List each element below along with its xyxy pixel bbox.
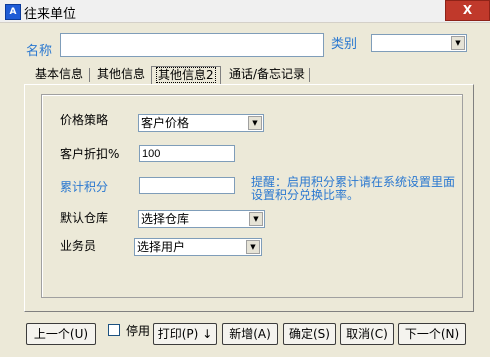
cancel-button[interactable]: 取消(C) (340, 323, 394, 345)
category-label: 类别 (331, 37, 358, 52)
warehouse-select[interactable]: 选择仓库 ▼ (138, 210, 265, 228)
ok-button[interactable]: 确定(S) (283, 323, 336, 345)
prev-button[interactable]: 上一个(U) (26, 323, 96, 345)
points-hint: 提醒：启用积分累计请在系统设置里面设置积分兑换比率。 (251, 175, 456, 202)
tab-divider (309, 68, 310, 82)
chevron-down-icon: ▼ (246, 240, 260, 254)
disable-label: 停用 (126, 324, 151, 338)
tab-call-memo[interactable]: 通话/备忘记录 (225, 66, 309, 84)
chevron-down-icon: ▼ (451, 36, 465, 50)
app-icon: A (5, 4, 21, 20)
price-policy-label: 价格策略 (60, 113, 109, 127)
warehouse-value: 选择仓库 (141, 212, 190, 226)
price-policy-select[interactable]: 客户价格 ▼ (138, 114, 264, 132)
discount-label: 客户折扣% (60, 147, 120, 161)
salesman-label: 业务员 (60, 239, 97, 253)
salesman-select[interactable]: 选择用户 ▼ (134, 238, 262, 256)
salesman-value: 选择用户 (137, 240, 186, 254)
disable-checkbox[interactable] (108, 324, 120, 336)
arrow-down-icon: ↓ (202, 327, 213, 341)
next-button[interactable]: 下一个(N) (398, 323, 466, 345)
window-title: 往来单位 (24, 7, 77, 22)
points-label: 累计积分 (60, 180, 109, 194)
chevron-down-icon: ▼ (248, 116, 262, 130)
warehouse-label: 默认仓库 (60, 211, 109, 225)
name-label: 名称 (26, 44, 53, 59)
price-policy-value: 客户价格 (141, 116, 190, 130)
tab-other-info-2[interactable]: 其他信息2 (151, 66, 221, 85)
chevron-down-icon: ▼ (249, 212, 263, 226)
print-label: 打印(P) (157, 327, 199, 341)
category-select[interactable]: ▼ (371, 34, 467, 52)
title-bar: A 往来单位 X (0, 0, 490, 23)
close-button[interactable]: X (445, 0, 490, 21)
tab-other-info-2-label: 其他信息2 (156, 67, 216, 83)
tab-divider (89, 68, 90, 82)
print-button[interactable]: 打印(P) ↓ (153, 323, 217, 345)
add-button[interactable]: 新增(A) (222, 323, 278, 345)
tab-other-info[interactable]: 其他信息 (93, 66, 149, 84)
points-input[interactable] (139, 177, 235, 194)
discount-input[interactable] (139, 145, 235, 162)
name-input[interactable] (60, 33, 324, 57)
tab-basic-info[interactable]: 基本信息 (31, 66, 87, 84)
